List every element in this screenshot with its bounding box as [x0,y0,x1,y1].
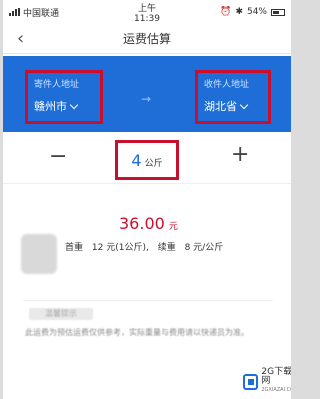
sender-address-picker[interactable]: 寄件人地址 赣州市 [25,70,103,124]
weight-unit: 公斤 [144,158,163,169]
sender-city: 赣州市 [34,100,67,113]
receiver-province: 湖北省 [204,100,237,113]
first-weight-value: 12 元(1公斤), [91,243,149,253]
notes-text: 此运费为预估运费仅供参考，实际重量与费用请以快递员为准。 [25,328,249,337]
status-left: 中国联通 [9,6,129,19]
rate-details: 首重 12 元(1公斤), 续重 8 元/公斤 [65,240,229,253]
weight-stepper: − 4 公斤 + [3,138,291,184]
arrow-right-icon: → [141,92,152,106]
watermark-brand: 2G下载网 [261,367,291,386]
nav-bar: ‹ 运费估算 [3,24,291,54]
notes-tag: 温馨提示 [29,308,93,320]
weight-value: 4 [131,150,142,170]
extra-weight-value: 8 元/公斤 [184,243,224,253]
alarm-icon: ⏰ [220,7,232,17]
sender-address-value: 赣州市 [34,98,94,114]
sender-address-label: 寄件人地址 [34,80,80,90]
status-bar: 中国联通 上午11:39 ⏰ ✱ 54% [3,0,291,24]
chevron-down-icon [239,100,249,109]
price-currency: 元 [168,222,178,232]
chevron-down-icon [69,100,79,109]
status-right: ⏰ ✱ 54% [165,7,285,17]
receiver-address-value: 湖北省 [204,98,262,114]
battery-percent: 54% [246,7,267,17]
receiver-address-label: 收件人地址 [204,80,250,90]
page-title: 运费估算 [122,32,171,46]
address-band: 寄件人地址 赣州市 → 收件人地址 湖北省 [3,56,291,132]
first-weight-label: 首重 [65,243,84,253]
decrease-weight-button[interactable]: − [49,144,67,169]
watermark-text: 2G下载网 2GXIAZAI.COM [261,368,291,395]
estimated-price: 36.00 元 [119,214,178,233]
weight-input[interactable]: 4 公斤 [115,140,179,180]
receiver-address-picker[interactable]: 收件人地址 湖北省 [195,70,271,124]
watermark-logo-icon [243,373,259,390]
signal-icon [9,8,20,16]
app-screen: 中国联通 上午11:39 ⏰ ✱ 54% ‹ 运费估算 寄件人地址 赣州市 → … [3,0,291,399]
extra-weight-label: 续重 [157,243,176,253]
battery-icon [271,8,285,16]
watermark: 2G下载网 2GXIAZAI.COM [243,368,291,395]
watermark-sub: 2GXIAZAI.COM [261,387,291,393]
status-time: 上午11:39 [134,3,160,24]
price-amount: 36.00 [119,214,165,233]
carrier-label: 中国联通 [23,8,60,19]
chevron-left-icon[interactable]: ‹ [17,28,24,49]
divider [23,300,273,301]
increase-weight-button[interactable]: + [231,142,249,167]
bluetooth-icon: ✱ [235,7,243,17]
blurred-overlay-card [21,234,57,274]
